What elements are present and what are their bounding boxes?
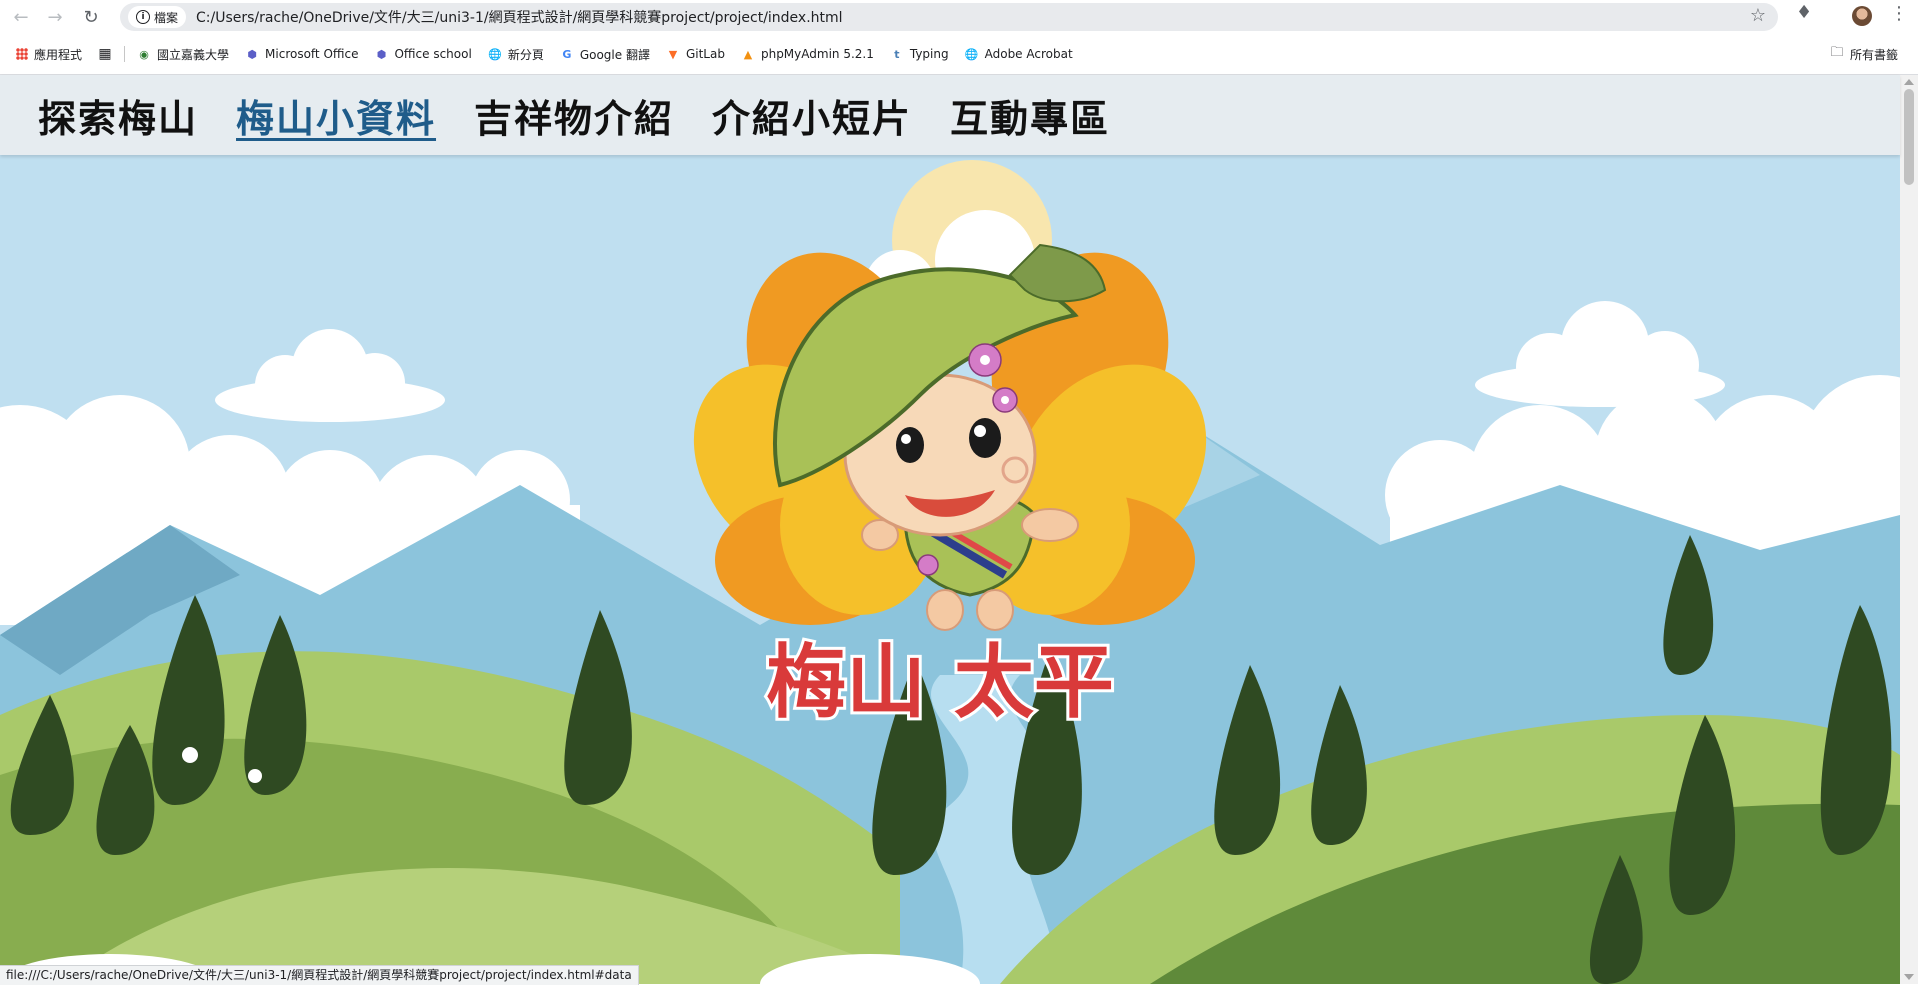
bookmark-label: phpMyAdmin 5.2.1 (760, 47, 874, 61)
bookmark-label: Typing (909, 47, 949, 61)
apps-icon (16, 48, 28, 60)
nav-link-interactive[interactable]: 互動專區 (950, 88, 1110, 143)
scrollbar-thumb[interactable] (1904, 89, 1914, 185)
translate-icon: G (562, 47, 572, 61)
bookmark-google-translate[interactable]: G Google 翻譯 (552, 41, 658, 67)
bookmark-adobe-acrobat[interactable]: 🌐 Adobe Acrobat (957, 41, 1081, 67)
typing-icon: t (894, 47, 900, 61)
nav-link-data[interactable]: 梅山小資料 (236, 88, 436, 143)
nav-link-video[interactable]: 介紹小短片 (712, 88, 912, 143)
browser-toolbar: ← → ↻ i 檔案 C:/Users/rache/OneDrive/文件/大三… (0, 0, 1918, 34)
bookmark-label: 應用程式 (34, 47, 83, 62)
nav-link-mascot[interactable]: 吉祥物介紹 (474, 88, 674, 143)
globe-icon: 🌐 (487, 47, 502, 61)
forward-arrow-icon[interactable]: → (40, 2, 70, 32)
bookmark-separator (124, 46, 126, 62)
office-icon: ⬢ (247, 47, 257, 61)
bookmark-label: Google 翻譯 (579, 47, 650, 62)
bookmark-phpmyadmin[interactable]: ▲ phpMyAdmin 5.2.1 (733, 41, 882, 67)
grid-icon: ▦ (98, 46, 112, 62)
bookmark-office-school[interactable]: ⬢ Office school (366, 41, 479, 67)
university-icon: ◉ (139, 47, 149, 61)
folder-icon: 🗀 (1830, 45, 1844, 60)
url-text[interactable]: C:/Users/rache/OneDrive/文件/大三/uni3-1/網頁程… (196, 7, 843, 27)
bookmark-gitlab[interactable]: ▼ GitLab (658, 41, 733, 67)
site-navigation: 探索梅山 梅山小資料 吉祥物介紹 介紹小短片 互動專區 (0, 75, 1900, 155)
hero-banner: 梅山 太平 (0, 155, 1900, 984)
office-icon: ⬢ (376, 47, 387, 61)
globe-icon: 🌐 (964, 47, 979, 61)
bookmark-new-tab[interactable]: 🌐 新分頁 (480, 41, 552, 67)
site-chip-label: 檔案 (154, 10, 179, 25)
bookmark-microsoft-office[interactable]: ⬢ Microsoft Office (237, 41, 366, 67)
hero-title: 梅山 太平 (766, 635, 1114, 729)
bookmark-label: 新分頁 (507, 47, 544, 62)
bookmark-typing[interactable]: t Typing (882, 41, 957, 67)
status-url-bubble: file:///C:/Users/rache/OneDrive/文件/大三/un… (0, 965, 639, 985)
hero-illustration: 梅山 太平 (0, 155, 1900, 984)
bookmark-star-icon[interactable]: ☆ (1750, 5, 1766, 26)
bookmark-label: Microsoft Office (265, 47, 359, 61)
phpmyadmin-icon: ▲ (743, 47, 753, 61)
menu-kebab-icon[interactable]: ⋮ (1890, 3, 1908, 24)
extensions-icon[interactable]: ♦ (1796, 2, 1812, 23)
site-info-chip[interactable]: i 檔案 (128, 6, 187, 28)
bookmarks-bar: 應用程式 ▦ ◉ 國立嘉義大學 ⬢ Microsoft Office ⬢ Off… (0, 38, 1918, 70)
bookmark-apps[interactable]: 應用程式 (8, 41, 90, 67)
address-bar[interactable]: i 檔案 C:/Users/rache/OneDrive/文件/大三/uni3-… (120, 3, 1778, 31)
all-bookmarks-button[interactable]: 🗀 所有書籤 (1822, 41, 1906, 67)
bookmark-label: GitLab (685, 47, 725, 61)
back-arrow-icon[interactable]: ← (6, 2, 36, 32)
bookmark-label: 國立嘉義大學 (157, 47, 230, 62)
bookmark-university[interactable]: ◉ 國立嘉義大學 (129, 41, 237, 67)
all-bookmarks-label: 所有書籤 (1849, 47, 1898, 62)
gitlab-icon: ▼ (668, 47, 678, 61)
bookmark-grid[interactable]: ▦ (90, 41, 120, 67)
bookmark-label: Adobe Acrobat (984, 47, 1073, 61)
scroll-up-icon[interactable] (1904, 79, 1914, 85)
bookmark-label: Office school (394, 47, 472, 61)
info-icon: i (136, 10, 150, 24)
nav-link-explore[interactable]: 探索梅山 (38, 88, 198, 143)
page-scrollbar[interactable] (1900, 75, 1918, 984)
reload-icon[interactable]: ↻ (76, 2, 106, 32)
scroll-down-icon[interactable] (1904, 974, 1914, 980)
profile-avatar[interactable] (1852, 6, 1872, 26)
